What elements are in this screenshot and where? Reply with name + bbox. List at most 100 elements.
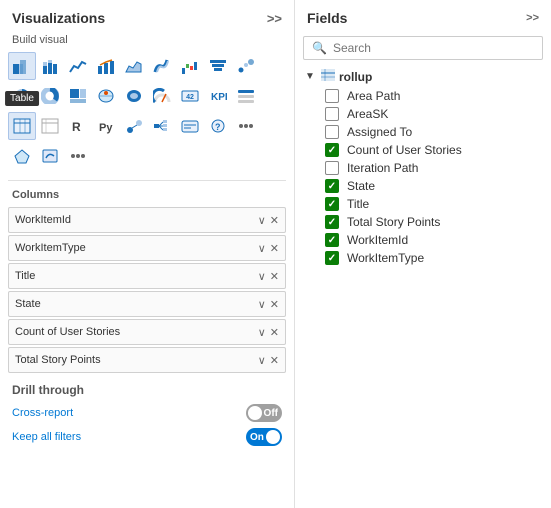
- close-workitemid-icon[interactable]: ✕: [270, 214, 279, 227]
- search-box[interactable]: 🔍: [303, 36, 543, 60]
- key-influencers-icon[interactable]: [120, 112, 148, 140]
- tree-group-rollup[interactable]: ▼ rollup: [301, 66, 545, 87]
- waterfall-icon[interactable]: [176, 52, 204, 80]
- fields-expand-icon[interactable]: >>: [526, 12, 539, 24]
- scatter-icon[interactable]: [232, 52, 260, 80]
- field-name-iterationpath: Iteration Path: [347, 161, 418, 175]
- column-item-title[interactable]: Title ∨ ✕: [8, 263, 286, 289]
- field-checkbox-title[interactable]: [325, 197, 339, 211]
- filled-map-icon[interactable]: [120, 82, 148, 110]
- close-workitemtype-icon[interactable]: ✕: [270, 242, 279, 255]
- chevron-down-workitemid-icon[interactable]: ∨: [258, 214, 266, 227]
- viz-row-4: [8, 142, 286, 170]
- funnel-icon[interactable]: [204, 52, 232, 80]
- field-item-areask[interactable]: AreaSK: [301, 105, 545, 123]
- r-visual-icon[interactable]: R: [64, 112, 92, 140]
- field-item-assignedto[interactable]: Assigned To: [301, 123, 545, 141]
- field-item-title[interactable]: Title: [301, 195, 545, 213]
- column-name-workitemid: WorkItemId: [15, 214, 258, 226]
- bar-chart-icon[interactable]: [8, 52, 36, 80]
- donut-icon[interactable]: [36, 82, 64, 110]
- pie-chart-icon[interactable]: [8, 82, 36, 110]
- field-checkbox-areask[interactable]: [325, 107, 339, 121]
- column-name-title: Title: [15, 270, 258, 282]
- cross-report-label[interactable]: Cross-report: [12, 407, 73, 419]
- field-item-countuserstories[interactable]: Count of User Stories: [301, 141, 545, 159]
- column-item-state[interactable]: State ∨ ✕: [8, 291, 286, 317]
- close-countuserstories-icon[interactable]: ✕: [270, 326, 279, 339]
- chevron-down-totalstorypoints-icon[interactable]: ∨: [258, 354, 266, 367]
- column-item-countuserstories[interactable]: Count of User Stories ∨ ✕: [8, 319, 286, 345]
- column-item-totalstorypoints[interactable]: Total Story Points ∨ ✕: [8, 347, 286, 373]
- rollup-group-label: rollup: [339, 70, 372, 84]
- field-name-totalstorypoints: Total Story Points: [347, 215, 440, 229]
- search-input[interactable]: [333, 41, 534, 55]
- field-item-workitemid[interactable]: WorkItemId: [301, 231, 545, 249]
- close-totalstorypoints-icon[interactable]: ✕: [270, 354, 279, 367]
- fields-header: Fields >>: [295, 0, 551, 32]
- map-icon[interactable]: [92, 82, 120, 110]
- slicer-icon[interactable]: [232, 82, 260, 110]
- column-actions-countuserstories: ∨ ✕: [258, 326, 279, 339]
- qa-icon[interactable]: ?: [204, 112, 232, 140]
- keep-all-filters-label[interactable]: Keep all filters: [12, 431, 81, 443]
- keep-all-filters-toggle-knob: [266, 430, 280, 444]
- shape-map-icon[interactable]: [8, 142, 36, 170]
- field-checkbox-assignedto[interactable]: [325, 125, 339, 139]
- field-checkbox-workitemid[interactable]: [325, 233, 339, 247]
- field-item-totalstorypoints[interactable]: Total Story Points: [301, 213, 545, 231]
- build-visual-label: Build visual: [0, 32, 294, 52]
- cross-report-row: Cross-report Off: [0, 401, 294, 425]
- more-visuals-icon[interactable]: [64, 142, 92, 170]
- decomp-tree-icon[interactable]: [148, 112, 176, 140]
- chevron-down-workitemtype-icon[interactable]: ∨: [258, 242, 266, 255]
- column-actions-title: ∨ ✕: [258, 270, 279, 283]
- kpi-icon[interactable]: KPI: [204, 82, 232, 110]
- field-item-workitemtype[interactable]: WorkItemType: [301, 249, 545, 267]
- field-checkbox-totalstorypoints[interactable]: [325, 215, 339, 229]
- cross-report-toggle[interactable]: Off: [246, 404, 282, 422]
- area-chart-icon[interactable]: [120, 52, 148, 80]
- field-name-workitemid: WorkItemId: [347, 233, 408, 247]
- chevron-rollup-icon: ▼: [305, 71, 317, 82]
- table-icon[interactable]: Table: [8, 112, 36, 140]
- combo-chart-icon[interactable]: [92, 52, 120, 80]
- field-item-iterationpath[interactable]: Iteration Path: [301, 159, 545, 177]
- visualizations-expand-icon[interactable]: >>: [267, 11, 282, 26]
- chevron-down-title-icon[interactable]: ∨: [258, 270, 266, 283]
- field-checkbox-countuserstories[interactable]: [325, 143, 339, 157]
- azure-map-icon[interactable]: [36, 142, 64, 170]
- stacked-bar-icon[interactable]: [36, 52, 64, 80]
- field-checkbox-workitemtype[interactable]: [325, 251, 339, 265]
- column-actions-totalstorypoints: ∨ ✕: [258, 354, 279, 367]
- column-item-workitemtype[interactable]: WorkItemType ∨ ✕: [8, 235, 286, 261]
- svg-text:?: ?: [215, 122, 221, 132]
- close-state-icon[interactable]: ✕: [270, 298, 279, 311]
- keep-all-filters-toggle[interactable]: On: [246, 428, 282, 446]
- visualizations-header: Visualizations >>: [0, 0, 294, 32]
- more-visuals-row3-icon[interactable]: [232, 112, 260, 140]
- chevron-down-state-icon[interactable]: ∨: [258, 298, 266, 311]
- field-item-state[interactable]: State: [301, 177, 545, 195]
- card-icon[interactable]: 42: [176, 82, 204, 110]
- column-name-countuserstories: Count of User Stories: [15, 326, 258, 338]
- smart-narrative-icon[interactable]: [176, 112, 204, 140]
- matrix-icon[interactable]: [36, 112, 64, 140]
- visualizations-panel: Visualizations >> Build visual: [0, 0, 295, 508]
- column-item-workitemid[interactable]: WorkItemId ∨ ✕: [8, 207, 286, 233]
- python-visual-icon[interactable]: Py: [92, 112, 120, 140]
- column-actions-workitemid: ∨ ✕: [258, 214, 279, 227]
- ribbon-chart-icon[interactable]: [148, 52, 176, 80]
- search-icon: 🔍: [312, 41, 327, 55]
- field-checkbox-areapath[interactable]: [325, 89, 339, 103]
- gauge-icon[interactable]: [148, 82, 176, 110]
- field-item-areapath[interactable]: Area Path: [301, 87, 545, 105]
- field-checkbox-state[interactable]: [325, 179, 339, 193]
- line-chart-icon[interactable]: [64, 52, 92, 80]
- fields-title: Fields: [307, 10, 347, 26]
- chevron-down-countuserstories-icon[interactable]: ∨: [258, 326, 266, 339]
- column-name-workitemtype: WorkItemType: [15, 242, 258, 254]
- treemap-icon[interactable]: [64, 82, 92, 110]
- close-title-icon[interactable]: ✕: [270, 270, 279, 283]
- field-checkbox-iterationpath[interactable]: [325, 161, 339, 175]
